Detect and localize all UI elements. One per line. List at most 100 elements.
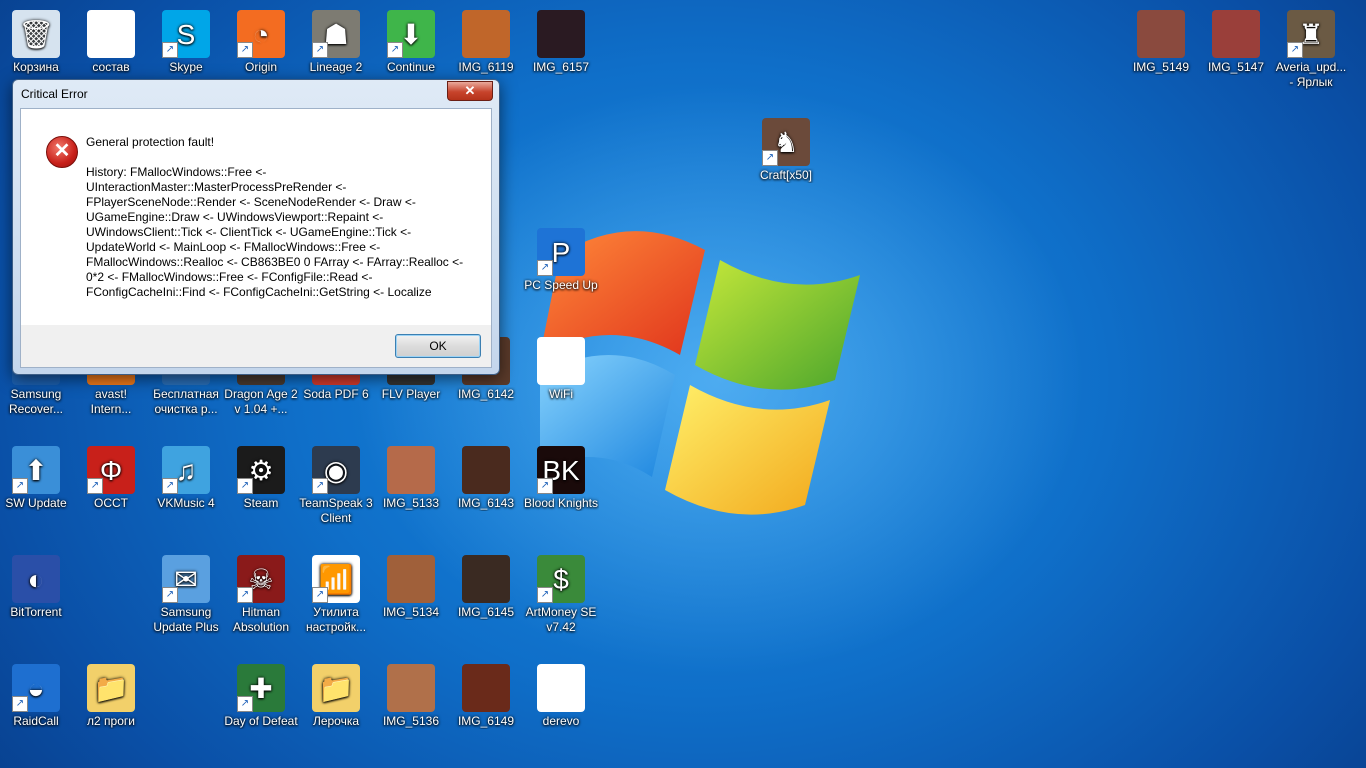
- desktop-icon-label: PC Speed Up: [524, 278, 598, 292]
- shortcut-arrow-icon: ↗: [537, 478, 553, 494]
- icon-image: [537, 337, 585, 385]
- desktop-icon-label: Корзина: [13, 60, 59, 74]
- desktop-icon[interactable]: ◔ ↗ Origin: [223, 10, 299, 75]
- shortcut-arrow-icon: ↗: [12, 478, 28, 494]
- shortcut-arrow-icon: ↗: [312, 478, 328, 494]
- critical-error-dialog: Critical Error ✕ ✕ General protection fa…: [12, 79, 500, 375]
- icon-image: [462, 446, 510, 494]
- desktop-icon[interactable]: IMG_5149: [1123, 10, 1199, 75]
- icon-image: [462, 664, 510, 712]
- desktop-icon[interactable]: IMG_5134: [373, 555, 449, 620]
- desktop-icon-label: IMG_5136: [382, 714, 440, 728]
- desktop-icon[interactable]: S ↗ Skype: [148, 10, 224, 75]
- desktop-icon[interactable]: 📁 Лерочка: [298, 664, 374, 729]
- desktop-icon[interactable]: ♜ ↗ Averia_upd... - Ярлык: [1273, 10, 1349, 90]
- desktop-icon[interactable]: ☗ ↗ Lineage 2: [298, 10, 374, 75]
- desktop-icon-label: ArtMoney SE v7.42: [525, 605, 597, 634]
- close-button[interactable]: ✕: [447, 81, 493, 101]
- desktop-icon[interactable]: IMG_5133: [373, 446, 449, 511]
- icon-image: [387, 555, 435, 603]
- desktop-icon[interactable]: ✚ ↗ Day of Defeat: [223, 664, 299, 729]
- desktop-icon-label: IMG_6157: [532, 60, 590, 74]
- ok-button[interactable]: OK: [395, 334, 481, 358]
- sw-update-icon: ⬆ ↗: [12, 446, 60, 494]
- shortcut-arrow-icon: ↗: [162, 587, 178, 603]
- shortcut-arrow-icon: ↗: [312, 42, 328, 58]
- photo-thumbnail-icon: [1137, 10, 1185, 58]
- text-document-icon: [87, 10, 135, 58]
- desktop-icon[interactable]: ♫ ↗ VKMusic 4: [148, 446, 224, 511]
- skype-icon: S ↗: [162, 10, 210, 58]
- desktop-icon-label: avast! Intern...: [90, 387, 132, 416]
- desktop-icon[interactable]: состав: [73, 10, 149, 75]
- photo-thumbnail-icon: [537, 10, 585, 58]
- desktop-icon[interactable]: ⬆ ↗ SW Update: [0, 446, 74, 511]
- desktop-icon[interactable]: IMG_5147: [1198, 10, 1274, 75]
- desktop-icon-label: IMG_6119: [458, 60, 514, 74]
- desktop-icon-label: IMG_5147: [1207, 60, 1265, 74]
- wifi-utility-icon: 📶 ↗: [312, 555, 360, 603]
- desktop-icon[interactable]: IMG_5136: [373, 664, 449, 729]
- shortcut-arrow-icon: ↗: [12, 696, 28, 712]
- desktop-icon[interactable]: derevo: [523, 664, 599, 729]
- icon-image: [87, 10, 135, 58]
- desktop-icon-label: FLV Player: [381, 387, 441, 401]
- desktop-icon[interactable]: P ↗ PC Speed Up: [523, 228, 599, 293]
- desktop-icon[interactable]: IMG_6119: [448, 10, 524, 75]
- error-icon: ✕: [46, 136, 78, 168]
- icon-image: [462, 10, 510, 58]
- desktop-icon[interactable]: ♞ ↗ Craft[x50]: [748, 118, 824, 183]
- icon-image: [537, 10, 585, 58]
- craft-game-icon: ♞ ↗: [762, 118, 810, 166]
- desktop-icon[interactable]: ☠ ↗ Hitman Absolution: [223, 555, 299, 635]
- occt-icon: Φ ↗: [87, 446, 135, 494]
- desktop-icon-label: Day of Defeat: [224, 714, 298, 728]
- teamspeak-icon: ◉ ↗: [312, 446, 360, 494]
- desktop-icon[interactable]: ✉ ↗ Samsung Update Plus: [148, 555, 224, 635]
- icon-image: 🗑: [12, 10, 60, 58]
- lineage2-icon: ☗ ↗: [312, 10, 360, 58]
- desktop-icon[interactable]: WiFi: [523, 337, 599, 402]
- recycle-bin-icon: 🗑: [12, 10, 60, 58]
- desktop-icon[interactable]: IMG_6149: [448, 664, 524, 729]
- desktop-icon-label: IMG_6142: [457, 387, 515, 401]
- icon-image: 📁: [87, 664, 135, 712]
- dialog-title: Critical Error: [21, 87, 88, 101]
- desktop-icon[interactable]: $ ↗ ArtMoney SE v7.42: [523, 555, 599, 635]
- desktop-icon[interactable]: IMG_6157: [523, 10, 599, 75]
- desktop-icon[interactable]: 📶 ↗ Утилита настройк...: [298, 555, 374, 635]
- desktop-icon[interactable]: 🗑 Корзина: [0, 10, 74, 75]
- desktop-icon-label: IMG_5149: [1132, 60, 1190, 74]
- photo-thumbnail-icon: [1212, 10, 1260, 58]
- desktop-icon[interactable]: IMG_6143: [448, 446, 524, 511]
- photo-thumbnail-icon: [462, 446, 510, 494]
- folder-icon: 📁: [87, 664, 135, 712]
- desktop-icon[interactable]: ◐ BitTorrent: [0, 555, 74, 620]
- desktop-icon[interactable]: BK ↗ Blood Knights: [523, 446, 599, 511]
- desktop-icon-label: derevo: [542, 714, 580, 728]
- shortcut-arrow-icon: ↗: [1287, 42, 1303, 58]
- photo-thumbnail-icon: [462, 555, 510, 603]
- desktop-icon[interactable]: Φ ↗ OCCT: [73, 446, 149, 511]
- shortcut-arrow-icon: ↗: [537, 587, 553, 603]
- icon-image: [1137, 10, 1185, 58]
- desktop-icon[interactable]: 📁 л2 проги: [73, 664, 149, 729]
- icon-image: [1212, 10, 1260, 58]
- shortcut-arrow-icon: ↗: [237, 478, 253, 494]
- photo-thumbnail-icon: [387, 664, 435, 712]
- desktop-icon-label: Skype: [169, 60, 203, 74]
- desktop-icon[interactable]: ⬇ ↗ Continue: [373, 10, 449, 75]
- desktop-icon[interactable]: ⚙ ↗ Steam: [223, 446, 299, 511]
- shortcut-arrow-icon: ↗: [87, 478, 103, 494]
- desktop-icon[interactable]: ◉ ↗ TeamSpeak 3 Client: [298, 446, 374, 526]
- desktop-icon-label: OCCT: [94, 496, 128, 510]
- desktop-icon-label: состав: [92, 60, 130, 74]
- desktop-icon-label: RaidCall: [13, 714, 59, 728]
- shortcut-arrow-icon: ↗: [162, 478, 178, 494]
- desktop-icon[interactable]: ◒ ↗ RaidCall: [0, 664, 74, 729]
- desktop-icon-label: Бесплатная очистка р...: [153, 387, 219, 416]
- desktop-icon-label: Lineage 2: [309, 60, 363, 74]
- desktop-icon[interactable]: IMG_6145: [448, 555, 524, 620]
- desktop-icon-label: л2 проги: [87, 714, 135, 728]
- photo-thumbnail-icon: [387, 446, 435, 494]
